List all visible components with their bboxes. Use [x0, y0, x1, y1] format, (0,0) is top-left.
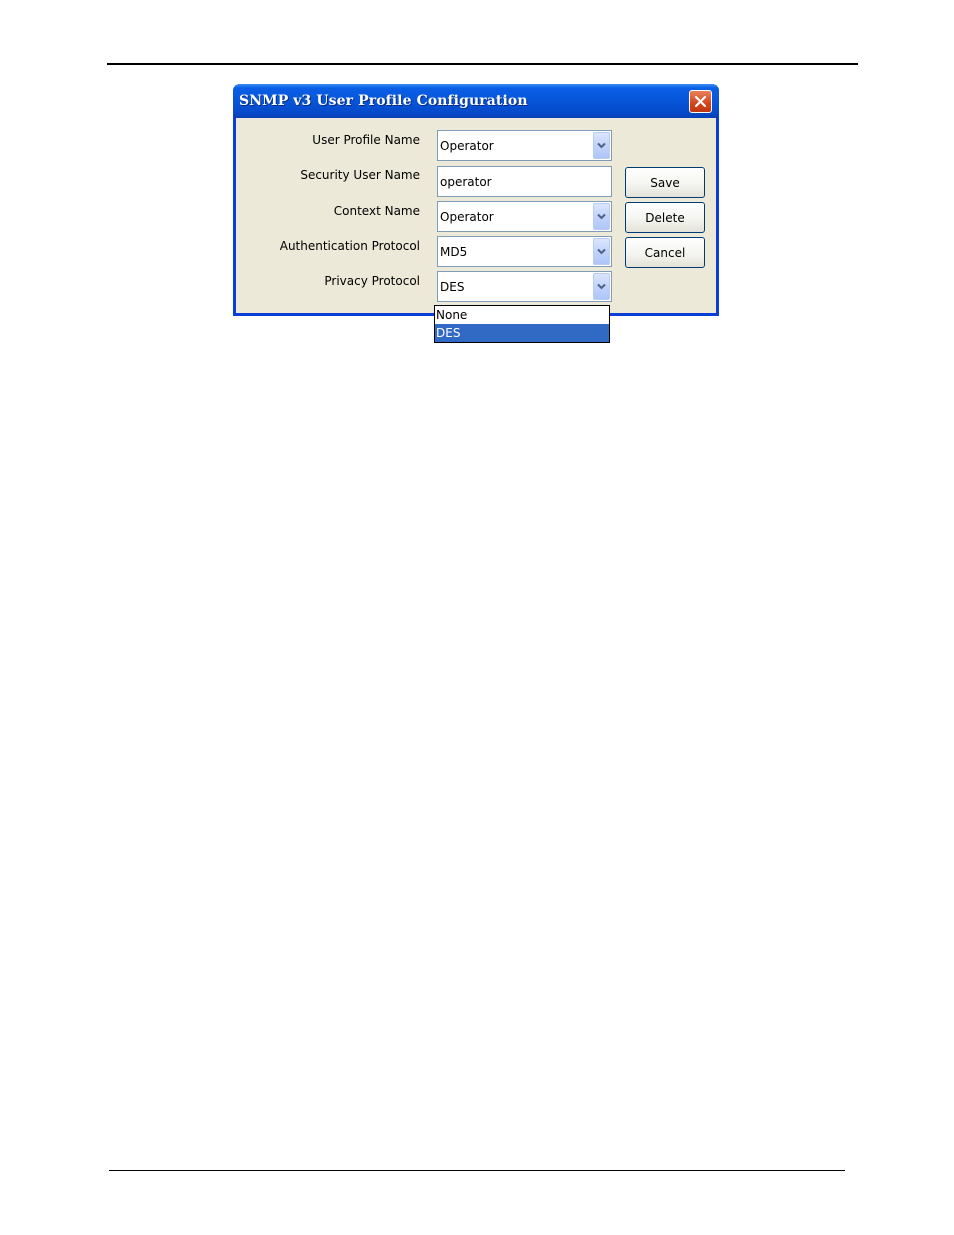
authentication-protocol-dropdown-button[interactable]: [593, 238, 610, 265]
close-icon: [694, 95, 707, 108]
header-rule: [107, 63, 858, 65]
security-user-name-input[interactable]: operator: [437, 166, 612, 197]
privacy-protocol-options-list: None DES: [434, 305, 610, 343]
chevron-down-icon: [597, 248, 606, 255]
authentication-protocol-value: MD5: [440, 245, 468, 259]
context-name-value: Operator: [440, 210, 494, 224]
chevron-down-icon: [597, 283, 606, 290]
context-name-dropdown-button[interactable]: [593, 203, 610, 230]
context-name-select[interactable]: Operator: [437, 201, 612, 232]
cancel-button[interactable]: Cancel: [625, 237, 705, 268]
privacy-option-none[interactable]: None: [435, 306, 609, 324]
footer-rule: [109, 1170, 845, 1171]
document-page: SNMP v3 User Profile Configuration User …: [0, 0, 954, 1235]
security-user-name-label: Security User Name: [300, 168, 420, 182]
dialog-title: SNMP v3 User Profile Configuration: [239, 93, 528, 109]
chevron-down-icon: [597, 213, 606, 220]
privacy-protocol-dropdown-button[interactable]: [593, 273, 610, 300]
privacy-option-des[interactable]: DES: [435, 324, 609, 342]
chevron-down-icon: [597, 142, 606, 149]
close-button[interactable]: [689, 90, 712, 113]
user-profile-name-dropdown-button[interactable]: [593, 132, 610, 159]
snmp-v3-user-profile-dialog: SNMP v3 User Profile Configuration User …: [233, 84, 719, 316]
delete-button[interactable]: Delete: [625, 202, 705, 233]
privacy-protocol-select[interactable]: DES: [437, 271, 612, 302]
user-profile-name-select[interactable]: Operator: [437, 130, 612, 161]
context-name-label: Context Name: [333, 204, 420, 218]
dialog-titlebar[interactable]: SNMP v3 User Profile Configuration: [233, 84, 719, 118]
privacy-protocol-value: DES: [440, 280, 465, 294]
privacy-protocol-label: Privacy Protocol: [324, 274, 420, 288]
save-button[interactable]: Save: [625, 167, 705, 198]
security-user-name-value: operator: [440, 175, 492, 189]
user-profile-name-label: User Profile Name: [312, 133, 420, 147]
authentication-protocol-select[interactable]: MD5: [437, 236, 612, 267]
authentication-protocol-label: Authentication Protocol: [279, 239, 420, 253]
user-profile-name-value: Operator: [440, 139, 494, 153]
